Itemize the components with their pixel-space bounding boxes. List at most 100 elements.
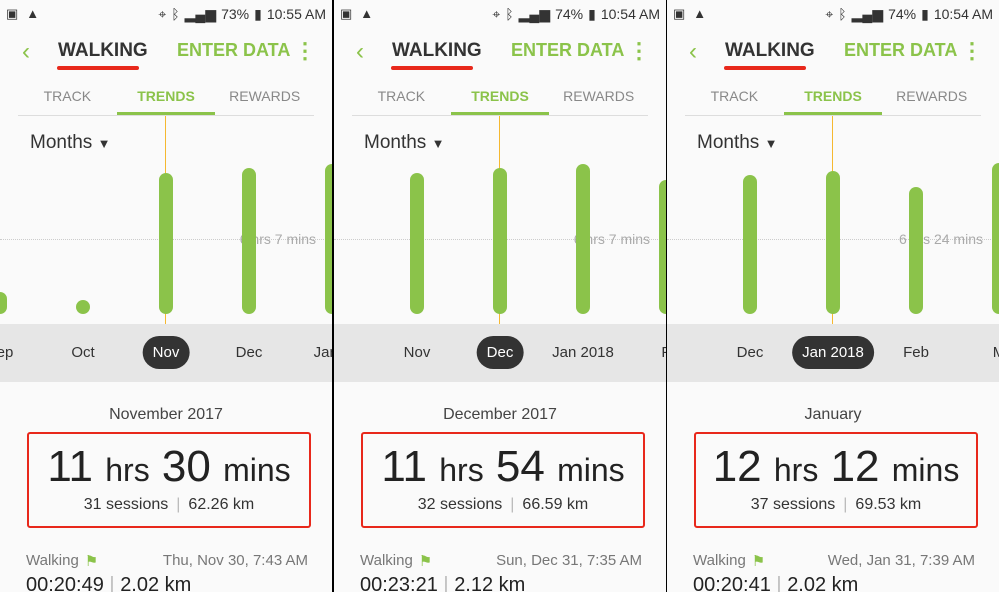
tab-rewards[interactable]: REWARDS xyxy=(549,82,648,115)
record-stats: 00:23:21 | 2.12 km xyxy=(360,574,526,592)
month-label[interactable]: Feb xyxy=(903,344,929,361)
month-bar[interactable] xyxy=(493,168,507,314)
tab-rewards[interactable]: REWARDS xyxy=(882,82,981,115)
battery-icon: ▮ xyxy=(254,5,262,22)
battery-level: 74% xyxy=(555,6,584,22)
total-duration: 11 hrs 30 mins xyxy=(47,442,291,491)
image-icon: ▣ xyxy=(673,6,686,21)
month-bar[interactable] xyxy=(76,300,90,314)
period-dropdown[interactable]: Months ▼ xyxy=(30,132,110,154)
more-options-icon[interactable]: ⋮ xyxy=(961,38,983,64)
month-axis[interactable]: Sep Oct Nov Dec Jan 2 xyxy=(0,324,332,382)
tab-track[interactable]: TRACK xyxy=(18,82,117,115)
clock: 10:54 AM xyxy=(600,6,660,22)
month-label[interactable]: Jan 2018 xyxy=(552,344,614,361)
month-label[interactable]: Sep xyxy=(0,344,13,361)
month-axis[interactable]: Dec Jan 2018 Feb M xyxy=(667,324,999,382)
back-button[interactable]: ‹ xyxy=(22,38,30,66)
location-icon: ⌖ xyxy=(492,5,501,22)
period-dropdown[interactable]: Months ▼ xyxy=(364,132,444,154)
record-type: Walking xyxy=(360,552,413,569)
selected-period: December 2017 xyxy=(443,406,557,423)
month-bar[interactable] xyxy=(992,162,999,314)
tab-trends[interactable]: TRENDS xyxy=(116,82,216,115)
session-count: 31 sessions xyxy=(83,496,169,513)
month-bar[interactable] xyxy=(325,164,332,314)
dropdown-arrow-icon: ▼ xyxy=(431,136,445,151)
month-bar[interactable] xyxy=(909,187,923,314)
title-underline xyxy=(57,66,139,70)
title-underline xyxy=(391,66,473,70)
record-date: Sun, Dec 31, 7:35 AM xyxy=(496,552,642,569)
month-label[interactable]: Jan 2018 xyxy=(792,336,874,369)
page-title: WALKING xyxy=(725,40,815,61)
selected-period: January xyxy=(804,406,862,423)
month-label[interactable]: Nov xyxy=(404,344,431,361)
tab-trends[interactable]: TRENDS xyxy=(450,82,550,115)
phone-screen: ▣ ▲ ⌖ ᛒ ▂▄▆ 74% ▮ 10:54 AM ‹ WALKING ENTER DAT… xyxy=(667,0,999,592)
enter-data-button[interactable]: ENTER DATA xyxy=(177,40,290,61)
back-button[interactable]: ‹ xyxy=(356,38,364,66)
period-dropdown-value: Months xyxy=(697,132,760,153)
month-label[interactable]: M xyxy=(993,344,999,361)
page-title: WALKING xyxy=(58,40,148,61)
record-stats: 00:20:49 | 2.02 km xyxy=(26,574,192,592)
month-label[interactable]: Nov xyxy=(142,336,190,369)
more-options-icon[interactable]: ⋮ xyxy=(294,38,316,64)
warning-icon: ▲ xyxy=(360,6,374,21)
tab-track[interactable]: TRACK xyxy=(685,82,784,115)
tab-track[interactable]: TRACK xyxy=(352,82,451,115)
title-underline xyxy=(724,66,806,70)
status-bar: ▣ ▲ ⌖ ᛒ ▂▄▆ 74% ▮ 10:54 AM xyxy=(334,0,666,28)
enter-data-button[interactable]: ENTER DATA xyxy=(844,40,957,61)
more-options-icon[interactable]: ⋮ xyxy=(628,38,650,64)
total-distance: 69.53 km xyxy=(855,496,922,513)
month-bar[interactable] xyxy=(159,173,173,314)
battery-level: 73% xyxy=(221,6,250,22)
tab-rewards[interactable]: REWARDS xyxy=(215,82,314,115)
record-type: Walking xyxy=(26,552,79,569)
month-label[interactable]: Dec xyxy=(476,336,524,369)
month-bar[interactable] xyxy=(410,173,424,314)
bluetooth-icon: ᛒ xyxy=(171,6,180,22)
bluetooth-icon: ᛒ xyxy=(838,6,847,22)
month-bar[interactable] xyxy=(0,291,7,314)
enter-data-button[interactable]: ENTER DATA xyxy=(511,40,624,61)
battery-icon: ▮ xyxy=(588,5,596,22)
period-dropdown-value: Months xyxy=(30,132,93,153)
period-dropdown[interactable]: Months ▼ xyxy=(697,132,777,154)
flag-icon: ⚑ xyxy=(84,553,99,570)
month-bar[interactable] xyxy=(576,164,590,314)
clock: 10:54 AM xyxy=(933,6,993,22)
signal-icon: ▂▄▆ xyxy=(184,5,217,22)
month-bar[interactable] xyxy=(242,168,256,314)
dropdown-arrow-icon: ▼ xyxy=(97,136,111,151)
total-duration: 12 hrs 12 mins xyxy=(712,442,960,491)
record-date: Thu, Nov 30, 7:43 AM xyxy=(162,552,308,569)
signal-icon: ▂▄▆ xyxy=(851,5,884,22)
record-item[interactable]: Walking ⚑ Sun, Dec 31, 7:35 AM xyxy=(360,552,642,570)
month-bar[interactable] xyxy=(659,180,666,314)
month-bar[interactable] xyxy=(743,174,757,314)
session-count: 32 sessions xyxy=(417,496,503,513)
selected-period: November 2017 xyxy=(109,406,223,423)
back-button[interactable]: ‹ xyxy=(689,38,697,66)
location-icon: ⌖ xyxy=(158,5,167,22)
month-label[interactable]: Oct xyxy=(71,344,94,361)
month-label[interactable]: Dec xyxy=(737,344,764,361)
tab-trends[interactable]: TRENDS xyxy=(783,82,883,115)
month-bar[interactable] xyxy=(826,171,840,314)
record-item[interactable]: Walking ⚑ Wed, Jan 31, 7:39 AM xyxy=(693,552,975,570)
warning-icon: ▲ xyxy=(693,6,707,21)
month-axis[interactable]: Nov Dec Jan 2018 F xyxy=(334,324,666,382)
signal-icon: ▂▄▆ xyxy=(518,5,551,22)
page-title: WALKING xyxy=(392,40,482,61)
total-distance: 66.59 km xyxy=(522,496,589,513)
flag-icon: ⚑ xyxy=(418,553,433,570)
total-distance: 62.26 km xyxy=(188,496,255,513)
month-label[interactable]: Jan 2 xyxy=(314,344,332,361)
record-item[interactable]: Walking ⚑ Thu, Nov 30, 7:43 AM xyxy=(26,552,308,570)
flag-icon: ⚑ xyxy=(751,553,766,570)
month-label[interactable]: F xyxy=(661,344,666,361)
month-label[interactable]: Dec xyxy=(236,344,263,361)
